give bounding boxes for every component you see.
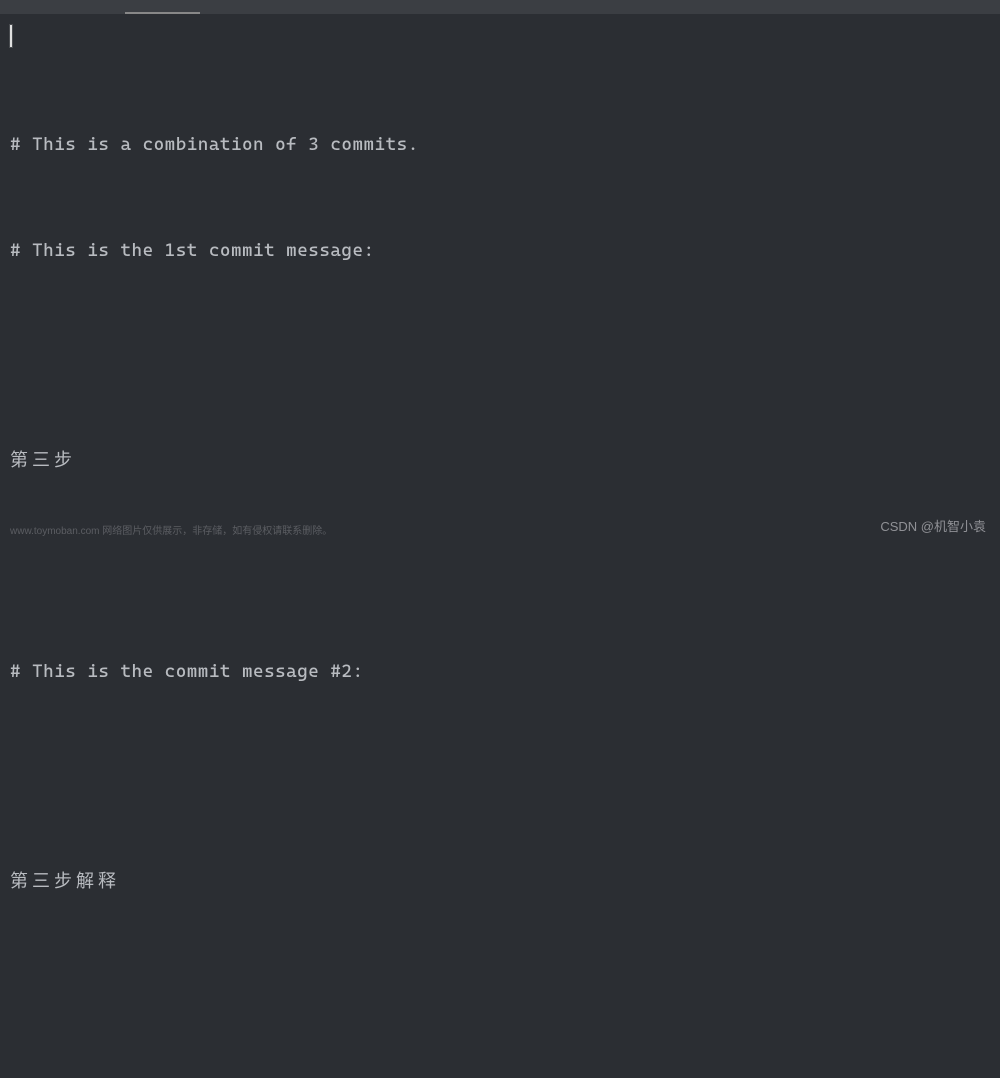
watermark-author: CSDN @机智小袁 [880,516,986,535]
text-cursor [10,25,12,47]
editor-line [10,338,990,373]
editor-line: # This is the commit message #3: [10,1075,990,1078]
editor-line [10,759,990,794]
editor-line: # This is the 1st commit message: [10,233,990,268]
editor-line: # This is a combination of 3 commits. [10,127,990,162]
editor-line: 第三步 [10,443,990,478]
editor-line [10,548,990,583]
editor-line: 第三步解释 [10,864,990,899]
watermark-source: www.toymoban.com 网络图片仅供展示，非存储，如有侵权请联系删除。 [10,522,332,537]
editor-line [10,970,990,1005]
editor-line: # This is the commit message #2: [10,654,990,689]
tab-bar [0,0,1000,14]
editor-viewport[interactable]: # This is a combination of 3 commits. # … [0,14,1000,1078]
